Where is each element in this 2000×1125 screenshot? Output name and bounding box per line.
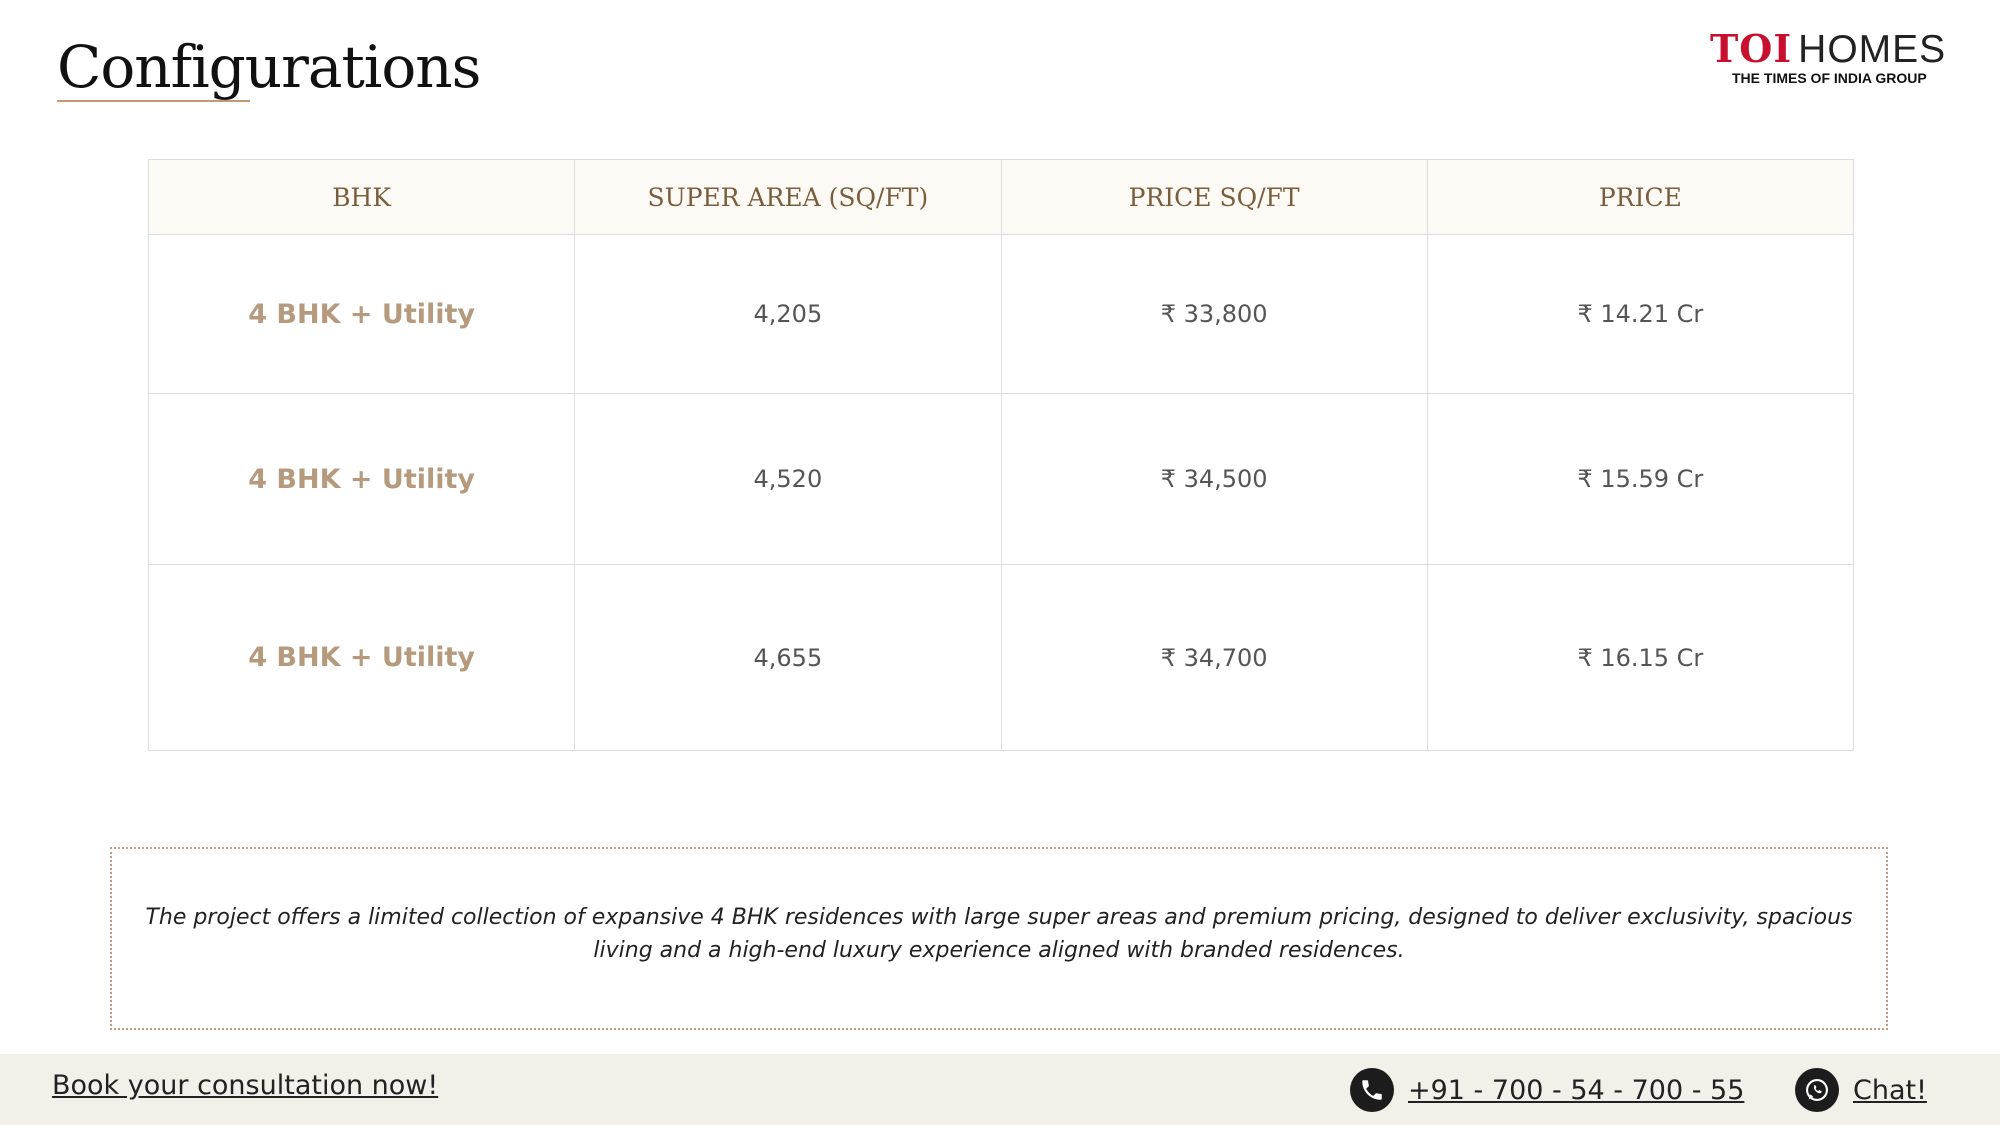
column-header-price-sqft: PRICE SQ/FT (1000, 159, 1428, 235)
table-row: 4 BHK + Utility 4,520 ₹ 34,500 ₹ 15.59 C… (147, 393, 1855, 565)
chat-link[interactable]: Chat! (1853, 1075, 1927, 1106)
super-area-cell: 4,655 (574, 564, 1002, 751)
title-underline (57, 100, 250, 102)
super-area-cell: 4,520 (574, 393, 1002, 565)
bhk-cell: 4 BHK + Utility (147, 564, 576, 751)
table-row: 4 BHK + Utility 4,655 ₹ 34,700 ₹ 16.15 C… (147, 564, 1855, 751)
book-consultation-link[interactable]: Book your consultation now! (52, 1070, 438, 1101)
price-sqft-cell: ₹ 34,500 (1000, 393, 1428, 565)
column-header-super-area: SUPER AREA (SQ/FT) (574, 159, 1002, 235)
toi-homes-logo: TOI HOMES THE TIMES OF INDIA GROUP (1710, 26, 1960, 92)
table-row: 4 BHK + Utility 4,205 ₹ 33,800 ₹ 14.21 C… (147, 234, 1855, 394)
logo-brand: TOI (1710, 26, 1793, 71)
configurations-table: BHK SUPER AREA (SQ/FT) PRICE SQ/FT PRICE… (147, 159, 1855, 751)
super-area-cell: 4,205 (574, 234, 1002, 394)
table-header-row: BHK SUPER AREA (SQ/FT) PRICE SQ/FT PRICE (147, 159, 1855, 235)
whatsapp-icon (1795, 1068, 1839, 1112)
phone-contact[interactable]: +91 - 700 - 54 - 700 - 55 (1350, 1066, 1744, 1114)
price-cell: ₹ 16.15 Cr (1426, 564, 1855, 751)
logo-tagline: THE TIMES OF INDIA GROUP (1732, 70, 1927, 86)
page-title: Configurations (57, 33, 481, 101)
column-header-bhk: BHK (147, 159, 576, 235)
price-cell: ₹ 15.59 Cr (1426, 393, 1855, 565)
chat-contact[interactable]: Chat! (1795, 1066, 1927, 1114)
phone-icon (1350, 1068, 1394, 1112)
project-note-text: The project offers a limited collection … (145, 904, 1853, 963)
bhk-cell: 4 BHK + Utility (147, 234, 576, 394)
price-cell: ₹ 14.21 Cr (1426, 234, 1855, 394)
bhk-cell: 4 BHK + Utility (147, 393, 576, 565)
price-sqft-cell: ₹ 33,800 (1000, 234, 1428, 394)
project-note-box: The project offers a limited collection … (110, 847, 1888, 1030)
column-header-price: PRICE (1426, 159, 1855, 235)
price-sqft-cell: ₹ 34,700 (1000, 564, 1428, 751)
phone-number-link[interactable]: +91 - 700 - 54 - 700 - 55 (1408, 1075, 1744, 1106)
footer-bar: Book your consultation now! +91 - 700 - … (0, 1054, 2000, 1125)
logo-product: HOMES (1798, 28, 1947, 71)
